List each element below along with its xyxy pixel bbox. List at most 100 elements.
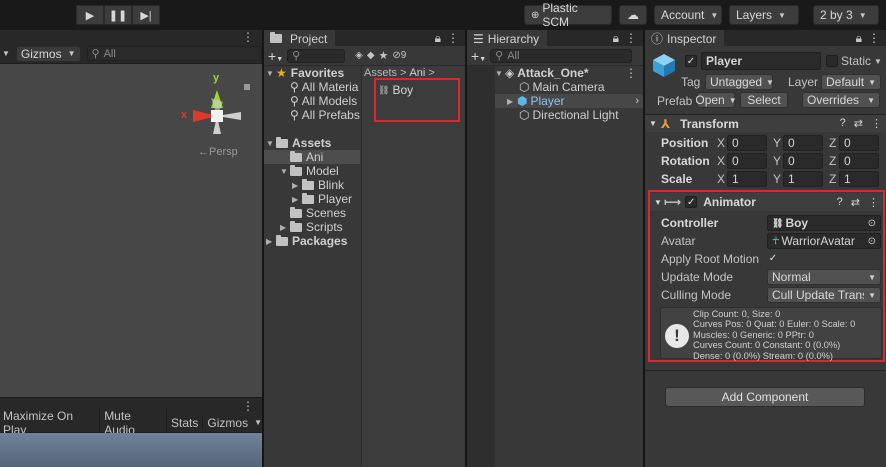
chevron-down-icon[interactable]: ▼ <box>2 49 10 58</box>
lock-icon[interactable]: 🔒︎ <box>856 31 862 46</box>
scene-gizmos-dropdown[interactable]: Gizmos <box>15 45 81 62</box>
cloud-button[interactable]: ☁ <box>619 5 647 25</box>
more-options-icon[interactable]: ⋮ <box>242 399 254 413</box>
hierarchy-item-player[interactable]: ▶ ⬢ Player › <box>495 94 643 108</box>
object-picker-icon[interactable]: ⊙ <box>868 236 876 247</box>
tag-dropdown[interactable]: Untagged <box>705 74 773 90</box>
apply-root-motion-checkbox[interactable]: ✓ <box>767 252 779 264</box>
stats-toggle[interactable]: Stats <box>167 415 204 430</box>
file-item-boy[interactable]: ⛓ Boy <box>378 83 413 97</box>
scene-search-input[interactable]: ⚲ All <box>86 46 262 61</box>
more-options-icon[interactable]: ⋮ <box>868 196 879 209</box>
scale-z-field[interactable]: 1 <box>839 171 879 187</box>
tab-inspector[interactable]: ⓘ Inspector <box>645 30 725 46</box>
chevron-right-icon[interactable]: ▶ <box>292 181 302 190</box>
favorite-item[interactable]: ⚲ All Materia <box>264 80 360 94</box>
rotation-z-field[interactable]: 0 <box>839 153 879 169</box>
chevron-right-icon[interactable]: ▶ <box>507 97 517 106</box>
preset-icon[interactable]: ⇄ <box>854 117 863 130</box>
folder-blink[interactable]: ▶ Blink <box>264 178 360 192</box>
chevron-down-icon[interactable]: ▼ <box>280 167 290 176</box>
scene-viewport[interactable]: y x ←Persp <box>0 64 262 397</box>
create-button[interactable]: +▼ <box>268 48 283 64</box>
plastic-scm-button[interactable]: ⊕ Plastic SCM <box>524 1 612 29</box>
prefab-open-button[interactable]: Open <box>695 92 735 108</box>
scale-y-field[interactable]: 1 <box>783 171 823 187</box>
filter-by-type-icon[interactable]: ◈ <box>355 50 363 61</box>
animator-component-header[interactable]: ▼ ⟼ ✓ Animator ? ⇄ ⋮ <box>650 193 883 211</box>
folder-scenes[interactable]: Scenes <box>264 206 360 220</box>
hierarchy-item-main-camera[interactable]: ⬡ Main Camera <box>495 80 643 94</box>
packages-folder[interactable]: ▶ Packages <box>264 234 360 248</box>
favorite-item[interactable]: ⚲ All Prefabs <box>264 108 360 122</box>
layer-dropdown[interactable]: Default <box>821 74 881 90</box>
project-search-input[interactable]: ⚲ <box>287 48 346 63</box>
prefab-select-button[interactable]: Select <box>740 92 788 108</box>
favorite-item[interactable]: ⚲ All Models <box>264 94 360 108</box>
create-button[interactable]: +▼ <box>471 48 486 64</box>
avatar-field[interactable]: ☥ WarriorAvatar ⊙ <box>767 233 881 249</box>
account-dropdown[interactable]: Account <box>654 5 722 25</box>
chevron-down-icon[interactable]: ▼ <box>654 198 664 207</box>
hidden-packages-toggle[interactable]: ⊘9 <box>392 50 406 61</box>
folder-scripts[interactable]: ▶ Scripts <box>264 220 360 234</box>
help-icon[interactable]: ? <box>840 117 846 130</box>
chevron-right-icon[interactable]: ▶ <box>292 195 302 204</box>
tab-hierarchy[interactable]: ☰ Hierarchy <box>467 30 548 46</box>
controller-field[interactable]: ⛓ Boy ⊙ <box>767 215 881 231</box>
position-x-field[interactable]: 0 <box>727 135 767 151</box>
folder-ani[interactable]: Ani <box>264 150 360 164</box>
scale-x-field[interactable]: 1 <box>727 171 767 187</box>
game-viewport[interactable] <box>0 433 262 467</box>
object-name-field[interactable]: Player <box>701 52 821 70</box>
layers-dropdown[interactable]: Layers <box>729 5 799 25</box>
layout-dropdown[interactable]: 2 by 3 <box>813 5 879 25</box>
chevron-right-icon[interactable]: ▶ <box>280 223 290 232</box>
filter-by-label-icon[interactable]: ◆ <box>367 50 375 61</box>
play-button[interactable]: ▶ <box>76 5 104 25</box>
position-y-field[interactable]: 0 <box>783 135 823 151</box>
more-options-icon[interactable]: ⋮ <box>871 117 882 130</box>
more-options-icon[interactable]: ⋮ <box>242 30 254 44</box>
lock-icon[interactable]: 🔒︎ <box>435 31 441 46</box>
chevron-down-icon[interactable]: ▼ <box>252 418 262 427</box>
chevron-right-icon[interactable]: ▶ <box>266 237 276 246</box>
step-button[interactable]: ▶| <box>132 5 160 25</box>
object-picker-icon[interactable]: ⊙ <box>868 218 876 229</box>
lock-icon[interactable]: 🔒︎ <box>613 31 619 46</box>
position-z-field[interactable]: 0 <box>839 135 879 151</box>
more-options-icon[interactable]: ⋮ <box>447 31 459 45</box>
rotation-x-field[interactable]: 0 <box>727 153 767 169</box>
more-options-icon[interactable]: ⋮ <box>625 31 637 45</box>
scene-row[interactable]: ▼ ◈ Attack_One* ⋮ <box>495 66 643 80</box>
chevron-down-icon[interactable]: ▼ <box>495 69 505 78</box>
chevron-right-icon[interactable]: › <box>635 95 639 107</box>
rotation-y-field[interactable]: 0 <box>783 153 823 169</box>
persp-label[interactable]: ←Persp <box>198 146 238 158</box>
hierarchy-item-directional-light[interactable]: ⬡ Directional Light <box>495 108 643 122</box>
hierarchy-search-input[interactable]: ⚲ All <box>490 48 633 63</box>
culling-mode-dropdown[interactable]: Cull Update Transf <box>767 287 881 303</box>
tab-project[interactable]: Project <box>264 30 336 46</box>
folder-model[interactable]: ▼ Model <box>264 164 360 178</box>
game-gizmos-toggle[interactable]: Gizmos <box>203 416 252 430</box>
update-mode-dropdown[interactable]: Normal <box>767 269 881 285</box>
chevron-down-icon[interactable]: ▼ <box>266 139 276 148</box>
help-icon[interactable]: ? <box>837 196 843 209</box>
assets-folder[interactable]: ▼ Assets <box>264 136 360 150</box>
active-checkbox[interactable]: ✓ <box>685 55 697 67</box>
pause-button[interactable]: ❚❚ <box>104 5 132 25</box>
static-checkbox[interactable] <box>826 55 838 67</box>
chevron-down-icon[interactable]: ▼ <box>649 119 661 128</box>
more-options-icon[interactable]: ⋮ <box>868 31 880 45</box>
static-dropdown[interactable]: Static ▼ <box>841 54 882 68</box>
folder-player[interactable]: ▶ Player <box>264 192 360 206</box>
preset-icon[interactable]: ⇄ <box>851 196 860 209</box>
favorite-star-icon[interactable]: ★ <box>379 49 389 62</box>
favorites-header[interactable]: ▼ ★ Favorites <box>264 66 360 80</box>
more-options-icon[interactable]: ⋮ <box>625 66 637 80</box>
transform-component-header[interactable]: ▼ ⅄ Transform ? ⇄ ⋮ <box>645 114 886 132</box>
chevron-down-icon[interactable]: ▼ <box>266 69 276 78</box>
animator-enabled-checkbox[interactable]: ✓ <box>685 196 698 208</box>
add-component-button[interactable]: Add Component <box>665 387 865 407</box>
